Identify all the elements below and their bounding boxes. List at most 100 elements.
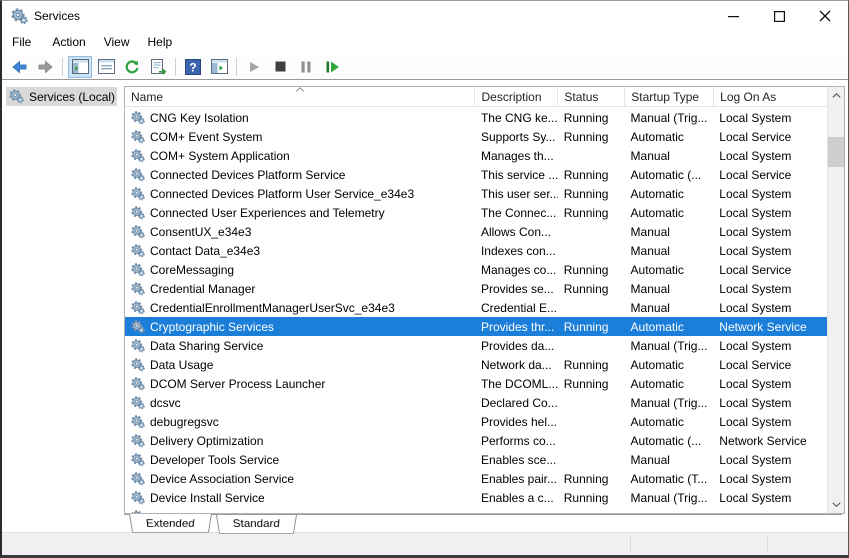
table-row[interactable]: Data Usage Network da... Running Automat… bbox=[125, 355, 827, 374]
sidebar-item-services-local[interactable]: Services (Local) bbox=[6, 87, 117, 106]
export-list-icon bbox=[150, 58, 166, 75]
table-row[interactable]: Device Install Service Enables a c... Ru… bbox=[125, 488, 827, 507]
table-row-partial[interactable] bbox=[125, 507, 827, 513]
start-service-icon bbox=[250, 61, 259, 72]
table-row[interactable]: CoreMessaging Manages co... Running Auto… bbox=[125, 260, 827, 279]
properties-button[interactable] bbox=[94, 56, 118, 78]
services-node-label: Services (Local) bbox=[29, 89, 116, 104]
table-row[interactable]: Connected Devices Platform Service This … bbox=[125, 165, 827, 184]
service-startup-type: Manual (Trig... bbox=[630, 110, 708, 125]
status-bar-separator bbox=[767, 537, 768, 552]
table-row[interactable]: COM+ Event System Supports Sy... Running… bbox=[125, 127, 827, 146]
title-bar: Services bbox=[2, 1, 848, 31]
service-log-on-as: Local Service bbox=[719, 357, 792, 372]
refresh-icon bbox=[125, 59, 139, 73]
service-gear-icon bbox=[131, 319, 145, 334]
maximize-button[interactable] bbox=[756, 1, 802, 31]
column-header-startup-type[interactable]: Startup Type bbox=[625, 87, 715, 106]
service-gear-icon bbox=[131, 243, 145, 258]
service-startup-type: Automatic (... bbox=[630, 433, 702, 448]
service-log-on-as: Network Service bbox=[719, 319, 807, 334]
service-name: Device Association Service bbox=[150, 471, 295, 486]
service-description: Provides da... bbox=[480, 338, 555, 353]
service-startup-type: Manual bbox=[630, 452, 670, 467]
services-node-icon bbox=[9, 89, 24, 104]
menu-file[interactable]: File bbox=[12, 32, 43, 53]
menu-action[interactable]: Action bbox=[43, 32, 94, 53]
service-startup-type: Manual bbox=[630, 300, 670, 315]
chevron-down-icon bbox=[832, 502, 841, 507]
service-gear-icon bbox=[131, 186, 145, 201]
back-icon bbox=[11, 60, 26, 73]
service-status: Running bbox=[563, 129, 609, 144]
column-header-name[interactable]: Name bbox=[125, 87, 476, 106]
menu-help[interactable]: Help bbox=[139, 32, 182, 53]
table-row[interactable]: COM+ System Application Manages th... Ma… bbox=[125, 146, 827, 165]
table-row[interactable]: Credential Manager Provides se... Runnin… bbox=[125, 279, 827, 298]
service-log-on-as: Local Service bbox=[719, 262, 792, 277]
console-tree-icon bbox=[71, 59, 89, 74]
service-description: Manages co... bbox=[480, 262, 557, 277]
service-log-on-as: Local Service bbox=[719, 129, 792, 144]
pause-service-button[interactable] bbox=[294, 56, 318, 78]
toolbar-separator bbox=[62, 57, 63, 76]
table-row[interactable]: Delivery Optimization Performs co... Aut… bbox=[125, 431, 827, 450]
table-row[interactable]: CredentialEnrollmentManagerUserSvc_e34e3… bbox=[125, 298, 827, 317]
service-name: Connected User Experiences and Telemetry bbox=[150, 205, 385, 220]
service-description: Provides se... bbox=[480, 281, 554, 296]
show-hide-console-tree-button[interactable] bbox=[68, 55, 92, 78]
table-row[interactable]: Connected Devices Platform User Service_… bbox=[125, 184, 827, 203]
service-gear-icon bbox=[131, 205, 145, 220]
help-icon: ? bbox=[185, 58, 201, 75]
restart-service-button[interactable] bbox=[320, 56, 344, 78]
column-header-log-on-as[interactable]: Log On As bbox=[714, 87, 827, 106]
service-name: CoreMessaging bbox=[150, 262, 235, 277]
menu-view[interactable]: View bbox=[95, 32, 139, 53]
chevron-up-icon bbox=[832, 93, 841, 98]
table-row[interactable]: ConsentUX_e34e3 Allows Con... Manual Loc… bbox=[125, 222, 827, 241]
table-row[interactable]: CNG Key Isolation The CNG ke... Running … bbox=[125, 108, 827, 127]
export-list-button[interactable] bbox=[146, 56, 170, 78]
forward-button[interactable] bbox=[33, 56, 57, 78]
tab-standard[interactable]: Standard bbox=[215, 515, 297, 534]
column-header-description[interactable]: Description bbox=[475, 87, 559, 106]
scrollbar-down-arrow[interactable] bbox=[828, 496, 844, 513]
table-row[interactable]: dcsvc Declared Co... Manual (Trig... Loc… bbox=[125, 393, 827, 412]
help-button[interactable]: ? bbox=[181, 56, 205, 78]
scrollbar-up-arrow[interactable] bbox=[828, 87, 844, 104]
minimize-button[interactable] bbox=[710, 1, 756, 31]
service-startup-type: Automatic bbox=[630, 414, 684, 429]
service-description: Enables sce... bbox=[480, 452, 557, 467]
stop-service-button[interactable] bbox=[268, 56, 292, 78]
table-row[interactable]: Connected User Experiences and Telemetry… bbox=[125, 203, 827, 222]
table-row[interactable]: Cryptographic Services Provides thr... R… bbox=[125, 317, 827, 336]
sort-ascending-icon bbox=[295, 87, 305, 92]
service-gear-icon bbox=[131, 167, 145, 182]
service-log-on-as: Local System bbox=[719, 395, 792, 410]
service-log-on-as: Local Service bbox=[719, 167, 792, 182]
service-name: Cryptographic Services bbox=[150, 319, 275, 334]
service-log-on-as: Local System bbox=[719, 110, 792, 125]
table-row[interactable]: DCOM Server Process Launcher The DCOML..… bbox=[125, 374, 827, 393]
table-row[interactable]: Developer Tools Service Enables sce... M… bbox=[125, 450, 827, 469]
refresh-button[interactable] bbox=[120, 56, 144, 78]
service-gear-icon bbox=[131, 471, 145, 486]
service-gear-icon bbox=[131, 395, 145, 410]
table-row[interactable]: Data Sharing Service Provides da... Manu… bbox=[125, 336, 827, 355]
service-name: Contact Data_e34e3 bbox=[150, 243, 261, 258]
vertical-scrollbar[interactable] bbox=[827, 87, 844, 513]
tab-extended[interactable]: Extended bbox=[129, 514, 212, 533]
service-name: dcsvc bbox=[150, 395, 181, 410]
back-button[interactable] bbox=[7, 56, 31, 78]
close-button[interactable] bbox=[802, 1, 848, 31]
service-startup-type: Automatic bbox=[630, 319, 684, 334]
start-service-button[interactable] bbox=[242, 56, 266, 78]
scrollbar-thumb[interactable] bbox=[828, 137, 844, 167]
column-header-status[interactable]: Status bbox=[558, 87, 626, 106]
service-startup-type: Manual bbox=[630, 281, 670, 296]
service-log-on-as: Local System bbox=[719, 281, 792, 296]
table-row[interactable]: Contact Data_e34e3 Indexes con... Manual… bbox=[125, 241, 827, 260]
table-row[interactable]: Device Association Service Enables pair.… bbox=[125, 469, 827, 488]
show-hide-action-pane-button[interactable] bbox=[207, 56, 231, 78]
table-row[interactable]: debugregsvc Provides hel... Automatic Lo… bbox=[125, 412, 827, 431]
